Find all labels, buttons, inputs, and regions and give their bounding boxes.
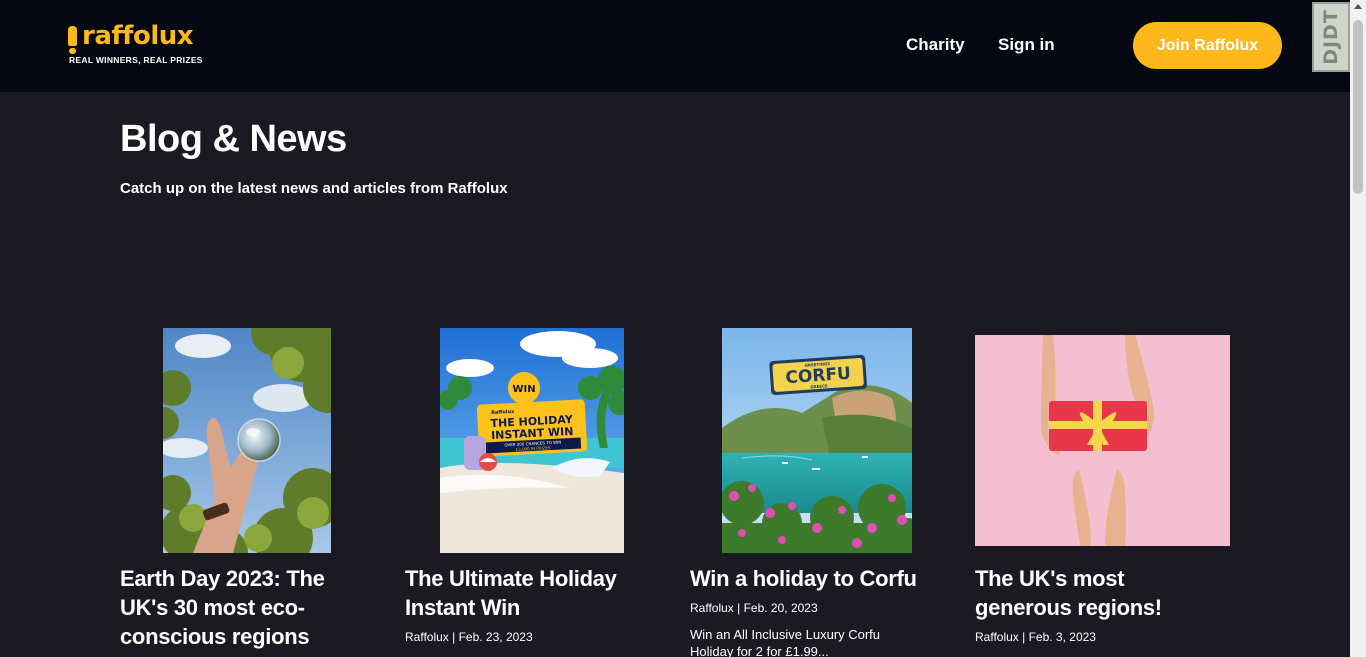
post-image-holiday-instant-win[interactable]: WIN Raffolux THE HOLIDAY INSTANT WIN OVE…: [440, 328, 624, 553]
join-button[interactable]: Join Raffolux: [1133, 22, 1282, 69]
blog-card-generous-regions[interactable]: The UK's most generous regions! Raffolux…: [975, 320, 1235, 657]
corfu-illustration: GREETINGS CORFU GREECE: [722, 328, 912, 553]
exclamation-logo-icon: [68, 26, 77, 54]
post-image-corfu[interactable]: GREETINGS CORFU GREECE: [722, 328, 912, 553]
post-meta: Raffolux | Feb. 3, 2023: [975, 630, 1096, 644]
page-subtitle: Catch up on the latest news and articles…: [120, 180, 508, 197]
win-badge-text: WIN: [512, 384, 535, 395]
post-image-gift[interactable]: [975, 335, 1230, 546]
debug-toolbar-label: DJDT: [1320, 9, 1342, 65]
logo-tagline: REAL WINNERS, REAL PRIZES: [69, 55, 203, 65]
site-header: raffolux REAL WINNERS, REAL PRIZES Chari…: [0, 0, 1350, 92]
post-image-glass-sphere[interactable]: [163, 328, 331, 553]
post-title[interactable]: The Ultimate Holiday Instant Win: [405, 564, 655, 622]
page-title: Blog & News: [120, 118, 347, 160]
blog-card-holiday-instant-win[interactable]: WIN Raffolux THE HOLIDAY INSTANT WIN OVE…: [405, 320, 665, 657]
nav-charity-link[interactable]: Charity: [906, 35, 965, 55]
gift-hands-illustration: [975, 335, 1230, 546]
post-title[interactable]: Win a holiday to Corfu: [690, 564, 950, 593]
debug-toolbar-handle[interactable]: DJDT: [1312, 2, 1350, 72]
page-scrollbar[interactable]: [1350, 0, 1366, 657]
glass-sphere-illustration: [163, 328, 331, 553]
post-title[interactable]: The UK's most generous regions!: [975, 564, 1215, 622]
post-meta: Raffolux | Feb. 23, 2023: [405, 630, 533, 644]
logo-wordmark: raffolux: [82, 21, 194, 51]
post-excerpt: Win an All Inclusive Luxury Corfu Holida…: [690, 627, 881, 657]
blog-card-corfu[interactable]: GREETINGS CORFU GREECE Win a holiday to …: [690, 320, 950, 657]
blog-card-earth-day[interactable]: Earth Day 2023: The UK's 30 most eco-con…: [120, 320, 380, 657]
raffolux-logo[interactable]: raffolux REAL WINNERS, REAL PRIZES: [68, 21, 218, 68]
nav-sign-in-link[interactable]: Sign in: [998, 35, 1055, 55]
scrollbar-thumb[interactable]: [1353, 20, 1363, 194]
post-meta: Raffolux | Feb. 20, 2023: [690, 601, 818, 615]
scroll-up-arrow-icon[interactable]: [1354, 4, 1362, 9]
holiday-win-illustration: WIN Raffolux THE HOLIDAY INSTANT WIN OVE…: [440, 328, 624, 553]
image-brand-text: Raffolux: [491, 409, 515, 416]
post-title[interactable]: Earth Day 2023: The UK's 30 most eco-con…: [120, 564, 360, 651]
